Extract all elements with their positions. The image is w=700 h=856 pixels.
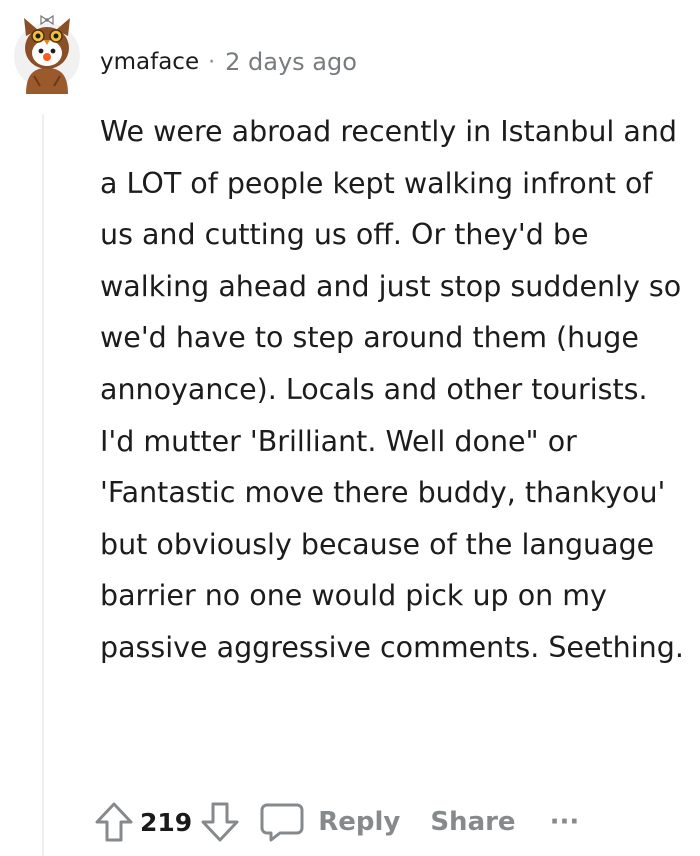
upvote-arrow-icon[interactable] — [94, 801, 134, 843]
downvote-arrow-icon[interactable] — [200, 801, 240, 843]
meta-separator: · — [208, 49, 216, 75]
reply-label: Reply — [318, 807, 401, 837]
vote-score: 219 — [140, 807, 193, 837]
timestamp-link[interactable]: 2 days ago — [225, 48, 357, 76]
username-link[interactable]: ymaface — [100, 49, 199, 75]
reply-button[interactable]: Reply — [260, 802, 400, 842]
comment-body: We were abroad recently in Istanbul and … — [100, 115, 684, 664]
avatar[interactable] — [10, 10, 84, 94]
comment-header: ymaface · 2 days ago — [100, 44, 357, 80]
comment-action-bar: 219 Reply Share ··· — [94, 796, 579, 848]
owl-avatar-icon — [14, 14, 80, 94]
share-button[interactable]: Share — [430, 807, 515, 837]
thread-line[interactable] — [42, 114, 44, 856]
speech-bubble-icon — [260, 802, 304, 842]
more-options-button[interactable]: ··· — [550, 807, 580, 837]
